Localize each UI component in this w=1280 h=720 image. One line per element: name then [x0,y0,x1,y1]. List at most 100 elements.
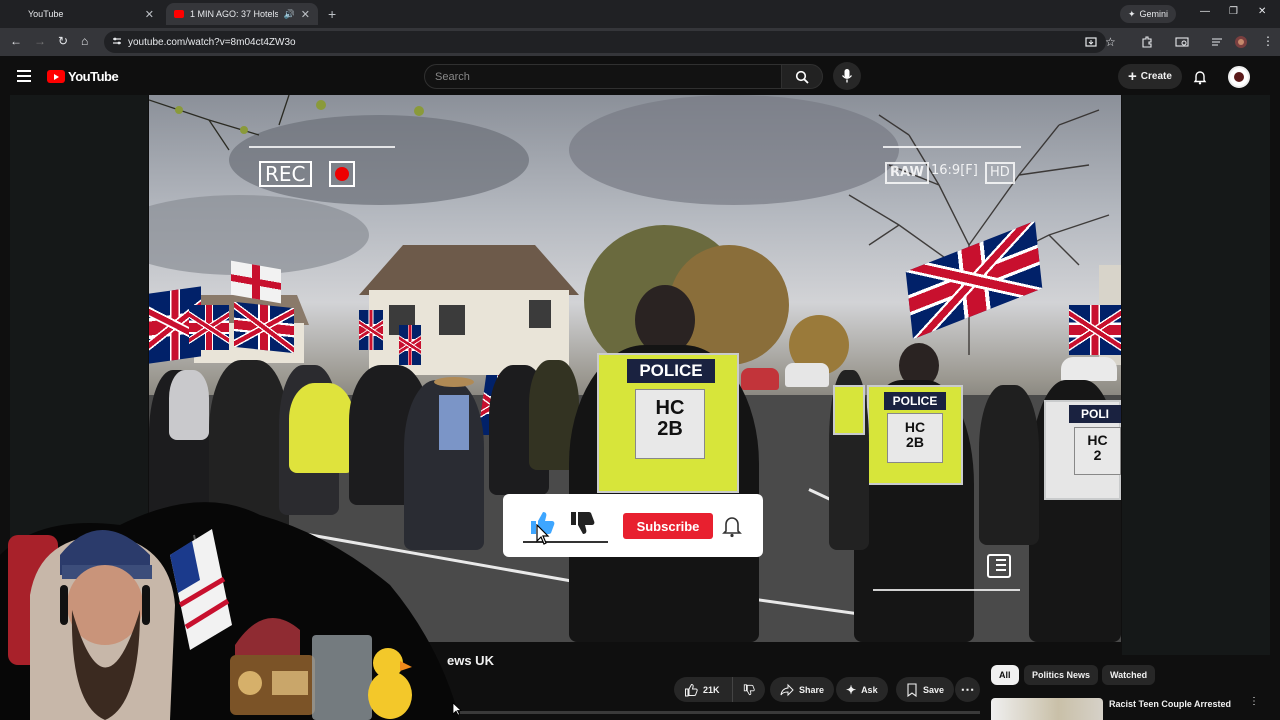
search-button[interactable] [781,64,823,89]
youtube-wordmark: YouTube [68,69,119,84]
car-shape [785,363,829,387]
crowd-person [169,370,209,440]
chip-all[interactable]: All [991,665,1019,685]
microphone-icon [841,69,853,83]
gemini-label: Gemini [1139,9,1169,19]
youtube-favicon-icon [174,10,184,18]
mouse-pointer-icon [536,524,550,545]
thumbs-up-icon [685,683,698,696]
like-button[interactable]: 21K [674,677,732,702]
forward-icon[interactable]: → [34,34,46,48]
recommendation-menu-icon[interactable]: ⋮ [1249,696,1259,707]
url-text: youtube.com/watch?v=8m04ct4ZW3o [128,36,296,48]
browser-tab-bar: YouTube ✕ 1 MIN AGO: 37 Hotels BURI 🔊 ✕ … [0,0,1280,28]
collar-number-line: HC [1087,432,1108,448]
union-flag [1069,305,1121,355]
rec-label: REC [259,161,312,187]
youtube-logo[interactable]: YouTube [47,69,119,84]
voice-search-button[interactable] [833,62,861,90]
reading-list-icon[interactable] [1210,35,1224,49]
dislike-button[interactable] [732,677,765,702]
chrome-menu-icon[interactable]: ⋮ [1262,34,1274,48]
subscribe-label: Subscribe [636,518,700,534]
collar-number-panel: HC 2B [635,389,705,459]
home-icon[interactable]: ⌂ [81,34,88,48]
collar-number-line: 2 [1093,446,1102,463]
union-flag [359,310,383,350]
union-flag [189,305,229,350]
bell-icon [722,517,742,538]
hd-label: HD [985,162,1015,184]
browser-tab-youtube[interactable]: YouTube ✕ [20,3,162,25]
streamer-webcam-overlay [0,495,460,720]
youtube-header: YouTube Search + Create [0,56,1280,96]
video-progress-bar[interactable] [460,711,980,714]
bookmark-star-icon[interactable]: ☆ [1105,35,1116,49]
ask-label: Ask [861,684,878,695]
webcam-scene [0,502,460,720]
speaker-icon[interactable]: 🔊 [284,9,295,20]
close-tab-icon[interactable]: ✕ [145,8,154,21]
like-count: 21K [703,684,720,695]
police-label: POLICE [884,392,946,410]
search-icon [795,70,809,84]
extensions-icon[interactable] [1140,35,1154,49]
raw-label: RAW [885,162,929,184]
restore-icon[interactable]: ❐ [1229,6,1238,17]
rec-indicator [329,161,355,187]
close-window-icon[interactable]: ✕ [1258,6,1266,17]
back-icon[interactable]: ← [10,34,22,48]
union-flag [399,325,421,365]
sparkle-icon: ✦ [846,682,857,697]
recommendation-title[interactable]: Racist Teen Couple Arrested [1109,699,1231,709]
subscribe-overlay-graphic: Subscribe [503,494,763,557]
minimize-icon[interactable]: — [1200,6,1210,17]
aspect-label: 16:9[F] [931,163,978,178]
search-input[interactable]: Search [424,64,782,89]
notifications-bell-icon[interactable] [1192,69,1208,85]
tab-search-icon[interactable] [1175,35,1189,49]
reload-icon[interactable]: ↻ [58,34,68,48]
menu-list-icon [987,554,1011,578]
police-label: POLICE [627,359,715,383]
search-placeholder: Search [435,70,470,83]
chip-watched[interactable]: Watched [1102,665,1156,685]
video-title: ews UK [447,653,494,668]
profile-icon[interactable] [1234,35,1248,49]
recommendation-thumbnail[interactable] [991,698,1103,720]
guide-menu-icon[interactable] [17,70,31,82]
browser-tab-video[interactable]: 1 MIN AGO: 37 Hotels BURI 🔊 ✕ [166,3,318,25]
cloud-shape [149,195,369,275]
install-app-icon[interactable] [1084,35,1098,49]
union-flag [234,301,294,354]
record-dot-icon [335,167,349,181]
house-roof [359,245,579,295]
address-bar[interactable]: youtube.com/watch?v=8m04ct4ZW3o ☆ [104,31,1116,53]
right-backdrop [1122,95,1270,655]
collar-number-line: HC [655,397,685,419]
close-tab-icon[interactable]: ✕ [301,8,310,21]
save-button[interactable]: Save [896,677,955,702]
thumbs-down-icon [571,512,595,534]
police-label: POLI [1069,405,1121,423]
hi-vis-jacket [289,383,354,473]
plus-icon: + [1128,67,1137,85]
browser-toolbar: ← → ↻ ⌂ youtube.com/watch?v=8m04ct4ZW3o … [0,28,1280,56]
gemini-button[interactable]: ✦ Gemini [1120,5,1177,23]
save-label: Save [923,684,945,695]
create-button[interactable]: + Create [1118,64,1182,89]
window-shape [529,300,551,328]
sparkle-icon: ✦ [1128,8,1136,19]
chip-politics-news[interactable]: Politics News [1024,665,1099,685]
site-info-icon[interactable] [112,36,122,46]
more-actions-button[interactable]: ⋯ [955,677,980,702]
ask-button[interactable]: ✦ Ask [836,677,888,702]
tab-title: 1 MIN AGO: 37 Hotels BURI [190,9,278,19]
new-tab-icon[interactable]: + [328,6,336,22]
account-avatar[interactable] [1228,66,1250,88]
hud-frame-line [249,146,395,148]
youtube-play-logo-icon [47,70,65,83]
share-button[interactable]: Share [770,677,835,702]
collar-number-panel: HC 2B [887,413,943,463]
subscribe-graphic-button: Subscribe [623,513,713,539]
